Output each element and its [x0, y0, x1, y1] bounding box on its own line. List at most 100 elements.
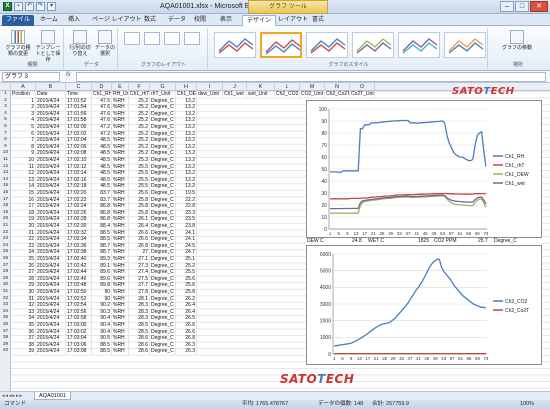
- data-cell[interactable]: 47.6: [92, 104, 112, 111]
- data-cell[interactable]: 20: [11, 223, 36, 230]
- tab-home[interactable]: ホーム: [36, 15, 62, 26]
- data-cell[interactable]: %RH: [112, 308, 129, 316]
- data-cell[interactable]: %RH: [112, 104, 129, 111]
- minimize-button[interactable]: –: [500, 1, 514, 12]
- data-cell[interactable]: 47.5: [92, 97, 112, 105]
- chart-layout-4[interactable]: [184, 32, 200, 45]
- data-cell[interactable]: %RH: [112, 256, 129, 263]
- data-cell[interactable]: 13.2: [176, 104, 197, 111]
- data-cell[interactable]: 28.5: [129, 322, 150, 329]
- data-cell[interactable]: 13.2: [176, 150, 197, 157]
- data-cell[interactable]: 28.6: [129, 348, 150, 355]
- row-header[interactable]: 31: [0, 289, 11, 296]
- data-cell[interactable]: 83.7: [92, 196, 112, 204]
- data-cell[interactable]: 86.8: [92, 203, 112, 210]
- data-cell[interactable]: 89.6: [92, 275, 112, 283]
- data-cell[interactable]: 17:01:54: [66, 104, 92, 111]
- row-header[interactable]: 6: [0, 124, 11, 131]
- data-cell[interactable]: 27.7: [129, 282, 150, 289]
- data-cell[interactable]: Degree_C: [150, 262, 176, 270]
- data-cell[interactable]: 25.5: [129, 170, 150, 177]
- data-cell[interactable]: 17:02:24: [66, 203, 92, 210]
- data-cell[interactable]: 90.4: [92, 322, 112, 329]
- data-cell[interactable]: Degree_C: [150, 137, 176, 144]
- data-cell[interactable]: 26.6: [176, 322, 197, 329]
- data-cell[interactable]: 17:03:02: [66, 328, 92, 336]
- data-cell[interactable]: 29: [11, 282, 36, 289]
- series-line-Ch1_RH[interactable]: [330, 119, 487, 174]
- select-all-corner[interactable]: [0, 83, 11, 91]
- data-cell[interactable]: 2015/4/24: [36, 137, 66, 144]
- data-cell[interactable]: 26.3: [176, 341, 197, 349]
- data-cell[interactable]: 13.2: [176, 137, 197, 144]
- data-cell[interactable]: 2015/4/24: [36, 176, 66, 184]
- data-cell[interactable]: 48.5: [92, 170, 112, 177]
- column-title-cell[interactable]: dew_Unit: [197, 91, 223, 98]
- data-cell[interactable]: 48.5: [92, 143, 112, 151]
- data-cell[interactable]: %RH: [112, 236, 129, 243]
- data-cell[interactable]: 13.2: [176, 157, 197, 164]
- zoom-level[interactable]: 100%: [520, 400, 534, 409]
- data-cell[interactable]: 17:02:50: [66, 289, 92, 296]
- data-cell[interactable]: 26.1: [129, 216, 150, 223]
- data-cell[interactable]: 88.5: [92, 341, 112, 349]
- data-cell[interactable]: 25.6: [176, 275, 197, 283]
- column-header-H[interactable]: H: [176, 83, 197, 91]
- data-cell[interactable]: 26.2: [176, 295, 197, 303]
- data-cell[interactable]: 48.5: [92, 176, 112, 184]
- column-title-cell[interactable]: CO2_Unit: [300, 91, 325, 98]
- data-cell[interactable]: %RH: [112, 229, 129, 237]
- column-title-cell[interactable]: Ch2_CO2: [275, 91, 300, 98]
- data-cell[interactable]: %RH: [112, 335, 129, 342]
- data-cell[interactable]: 17:02:32: [66, 229, 92, 237]
- data-cell[interactable]: 48.5: [92, 183, 112, 190]
- data-cell[interactable]: 17:02:44: [66, 269, 92, 276]
- data-cell[interactable]: Degree_C: [150, 223, 176, 230]
- data-cell[interactable]: Degree_C: [150, 335, 176, 342]
- data-cell[interactable]: 47.2: [92, 130, 112, 138]
- data-cell[interactable]: Degree_C: [150, 229, 176, 237]
- data-cell[interactable]: 25.5: [129, 163, 150, 171]
- data-cell[interactable]: 90: [92, 289, 112, 296]
- data-cell[interactable]: 26: [11, 262, 36, 270]
- data-cell[interactable]: %RH: [112, 183, 129, 190]
- data-cell[interactable]: 31: [11, 295, 36, 303]
- data-cell[interactable]: Degree_C: [150, 209, 176, 217]
- column-header-K[interactable]: K: [247, 83, 275, 91]
- data-cell[interactable]: 24.1: [176, 229, 197, 237]
- tab-file[interactable]: ファイル: [2, 15, 35, 26]
- data-cell[interactable]: 26.8: [129, 242, 150, 250]
- data-cell[interactable]: 88.7: [92, 242, 112, 250]
- column-title-cell[interactable]: wet_Unit: [247, 91, 275, 98]
- row-header[interactable]: 15: [0, 183, 11, 190]
- data-cell[interactable]: 23.5: [176, 216, 197, 223]
- chart-layout-3[interactable]: [164, 32, 180, 45]
- data-cell[interactable]: 17:02:58: [66, 315, 92, 322]
- data-cell[interactable]: 89.6: [92, 269, 112, 276]
- row-header[interactable]: 28: [0, 269, 11, 276]
- chart-style-2[interactable]: [260, 32, 302, 58]
- data-cell[interactable]: 26.4: [176, 302, 197, 309]
- data-cell[interactable]: %RH: [112, 262, 129, 270]
- data-cell[interactable]: 19.5: [176, 190, 197, 197]
- data-cell[interactable]: %RH: [112, 124, 129, 131]
- data-cell[interactable]: 13.2: [176, 130, 197, 138]
- row-header[interactable]: 21: [0, 223, 11, 230]
- data-cell[interactable]: %RH: [112, 203, 129, 210]
- data-cell[interactable]: 25.8: [176, 289, 197, 296]
- column-header-F[interactable]: F: [129, 83, 150, 91]
- data-cell[interactable]: 27.8: [129, 289, 150, 296]
- data-cell[interactable]: 13.2: [176, 110, 197, 118]
- data-cell[interactable]: 28.6: [129, 335, 150, 342]
- data-cell[interactable]: Degree_C: [150, 117, 176, 124]
- data-cell[interactable]: Degree_C: [150, 150, 176, 157]
- data-cell[interactable]: Degree_C: [150, 256, 176, 263]
- data-cell[interactable]: 25.2: [176, 262, 197, 270]
- data-cell[interactable]: 17:02:28: [66, 216, 92, 223]
- data-cell[interactable]: 17:02:14: [66, 170, 92, 177]
- data-cell[interactable]: %RH: [112, 289, 129, 296]
- row-header[interactable]: 25: [0, 249, 11, 256]
- data-cell[interactable]: 12: [11, 170, 36, 177]
- data-cell[interactable]: 17:02:12: [66, 163, 92, 171]
- data-cell[interactable]: 13.2: [176, 143, 197, 151]
